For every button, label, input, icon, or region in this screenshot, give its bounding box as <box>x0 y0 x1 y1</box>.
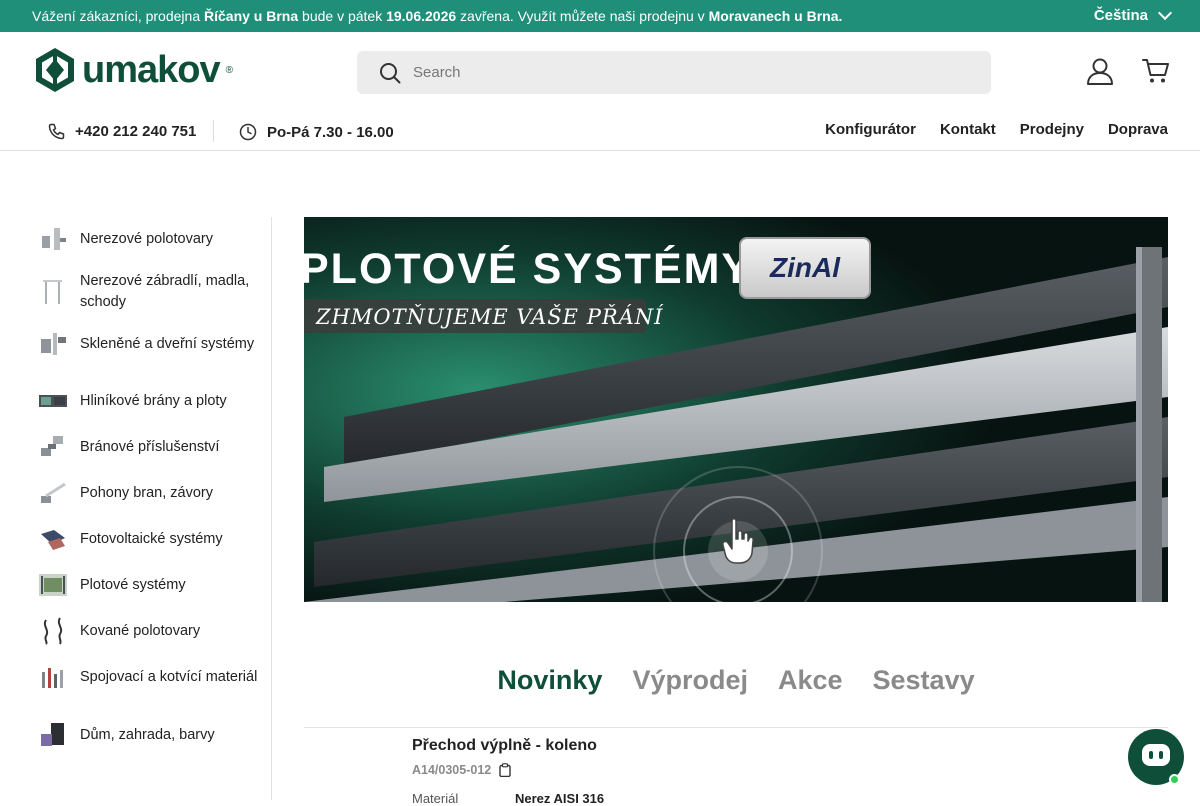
announcement-text: bude v pátek <box>298 8 387 24</box>
gate-drive-icon <box>41 482 66 503</box>
category-item[interactable]: Bránové příslušenství <box>38 432 268 462</box>
product-attribute-label: Materiál <box>412 791 459 806</box>
announcement-text: zavřena. Využít můžete naši prodejnu v <box>456 8 709 24</box>
fence-system-icon <box>39 574 67 596</box>
gate-accessory-icon <box>41 436 63 456</box>
category-label: Kované polotovary <box>80 622 201 639</box>
banner-brand-badge: ZinAl <box>739 237 871 299</box>
category-item[interactable]: Hliníkové brány a ploty <box>38 386 268 416</box>
announcement-alt-store: Moravanech u Brna. <box>708 8 843 24</box>
logo-text: umakov <box>82 49 221 91</box>
logo-registered-mark: ® <box>225 64 233 76</box>
product-code: A14/0305-012 <box>412 763 511 777</box>
opening-hours: Po-Pá 7.30 - 16.00 <box>239 123 394 141</box>
category-item[interactable]: Fotovoltaické systémy <box>38 524 268 554</box>
category-label: Bránové příslušenství <box>80 438 220 455</box>
clock-icon <box>239 123 257 141</box>
category-label: Skleněné a dveřní systémy <box>80 335 255 352</box>
category-item[interactable]: Nerezové zábradlí, madla, schody <box>38 271 268 313</box>
product-attribute-value: Nerez AISI 316 <box>515 791 605 806</box>
fastener-icon <box>42 668 63 688</box>
product-tabs: Novinky Výprodej Akce Sestavy <box>304 665 1168 696</box>
search-input[interactable] <box>413 64 953 81</box>
category-sidebar: Nerezové polotovary Nerezové zábradlí, m… <box>38 217 272 800</box>
glass-door-icon <box>41 333 66 355</box>
category-label: Spojovací a kotvící materiál <box>80 668 258 685</box>
wrought-iron-icon <box>43 617 63 645</box>
hand-cursor-icon <box>722 518 754 564</box>
nav-konfigurator[interactable]: Konfigurátor <box>825 121 916 138</box>
category-label: Hliníkové brány a ploty <box>80 392 227 409</box>
search-bar[interactable] <box>357 51 991 94</box>
announcement-message: Vážení zákazníci, prodejna Říčany u Brna… <box>32 8 842 24</box>
category-item[interactable]: Nerezové polotovary <box>38 224 268 254</box>
language-label: Čeština <box>1093 7 1148 24</box>
language-selector[interactable]: Čeština <box>1093 5 1173 24</box>
solar-panel-icon <box>41 530 65 550</box>
paint-can-icon <box>41 723 64 746</box>
category-item[interactable]: Pohony bran, závory <box>38 478 268 508</box>
nav-doprava[interactable]: Doprava <box>1108 121 1168 138</box>
category-label: Nerezové polotovary <box>80 230 213 247</box>
divider <box>213 120 214 142</box>
hero-banner[interactable]: PLOTOVÉ SYSTÉMY ZinAl ZHMOTŇUJEME VAŠE P… <box>304 217 1168 602</box>
nav-kontakt[interactable]: Kontakt <box>940 121 996 138</box>
announcement-text: Vážení zákazníci, prodejna <box>32 8 204 24</box>
category-label: Dům, zahrada, barvy <box>80 726 215 743</box>
category-label: Pohony bran, závory <box>80 484 213 501</box>
banner-subtitle-box: ZHMOTŇUJEME VAŠE PŘÁNÍ <box>304 299 662 333</box>
tab-sestavy[interactable]: Sestavy <box>873 665 975 696</box>
phone-icon <box>48 123 65 140</box>
online-status-dot <box>1169 774 1180 785</box>
nav-prodejny[interactable]: Prodejny <box>1020 121 1084 138</box>
category-label: Fotovoltaické systémy <box>80 530 223 547</box>
banner-title: PLOTOVÉ SYSTÉMY <box>304 245 753 293</box>
category-item[interactable]: Spojovací a kotvící materiál <box>38 662 268 692</box>
category-item[interactable]: Dům, zahrada, barvy <box>38 720 268 750</box>
tabs-divider <box>304 727 1168 728</box>
banner-subtitle: ZHMOTŇUJEME VAŠE PŘÁNÍ <box>316 305 664 329</box>
phone-contact[interactable]: +420 212 240 751 <box>48 123 196 140</box>
sub-header: +420 212 240 751 Po-Pá 7.30 - 16.00 Konf… <box>0 112 1200 151</box>
category-item[interactable]: Plotové systémy <box>38 570 268 600</box>
announcement-store: Říčany u Brna <box>204 8 299 24</box>
search-icon[interactable] <box>379 62 401 84</box>
phone-number[interactable]: +420 212 240 751 <box>75 123 196 140</box>
top-navigation: Konfigurátor Kontakt Prodejny Doprava <box>825 121 1168 138</box>
announcement-bar: Vážení zákazníci, prodejna Říčany u Brna… <box>0 0 1200 32</box>
account-icon[interactable] <box>1085 56 1115 86</box>
banner-brand: ZinAl <box>770 252 840 283</box>
cart-icon[interactable] <box>1141 56 1171 86</box>
product-code-text: A14/0305-012 <box>412 763 492 777</box>
tab-akce[interactable]: Akce <box>778 665 843 696</box>
tab-novinky[interactable]: Novinky <box>497 665 602 696</box>
opening-hours-text: Po-Pá 7.30 - 16.00 <box>267 123 394 141</box>
stainless-profiles-icon <box>42 228 66 250</box>
announcement-date: 19.06.2026 <box>386 8 457 24</box>
category-label: Nerezové zábradlí, madla, schody <box>80 273 250 310</box>
category-item[interactable]: Skleněné a dveřní systémy <box>38 329 268 359</box>
logo-mark-icon <box>36 48 74 92</box>
product-name[interactable]: Přechod výplně - koleno <box>412 737 597 755</box>
tab-vyprodej[interactable]: Výprodej <box>632 665 748 696</box>
chevron-down-icon <box>1157 5 1173 21</box>
railing-icon <box>43 280 62 304</box>
logo[interactable]: umakov ® <box>34 47 233 93</box>
copy-icon[interactable] <box>499 763 511 777</box>
aluminium-gate-icon <box>39 395 67 407</box>
category-label: Plotové systémy <box>80 576 186 593</box>
category-item[interactable]: Kované polotovary <box>38 616 268 646</box>
